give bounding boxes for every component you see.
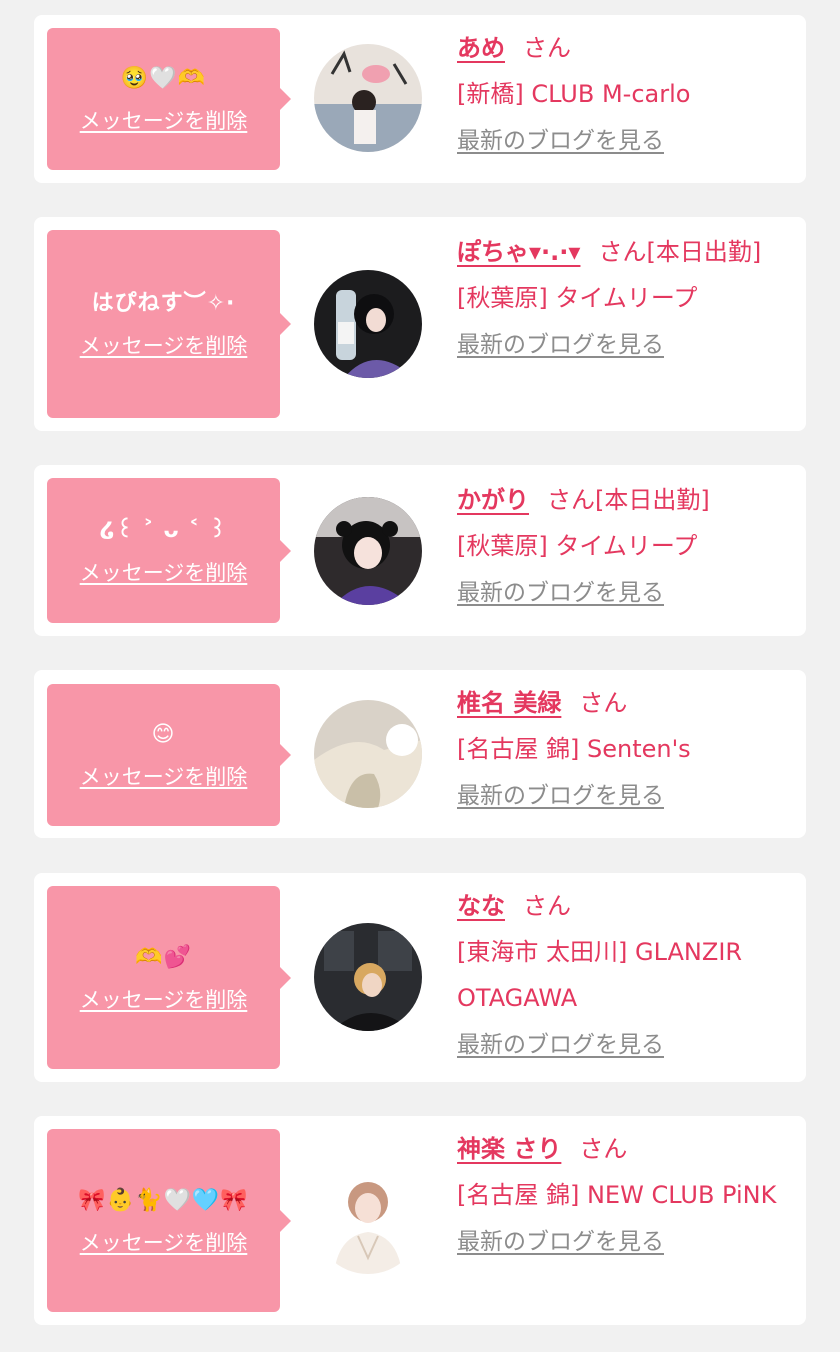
message-bubble: ໒꒰ ˃ ᴗ ˂ ꒱ メッセージを削除 <box>47 478 291 623</box>
cast-name-link[interactable]: なな <box>457 892 505 920</box>
message-text: 🫶💕 <box>135 944 192 970</box>
status-label: [本日出勤] <box>646 238 762 266</box>
blog-link[interactable]: 最新のブログを見る <box>457 330 664 360</box>
girl-photo-icon <box>314 923 422 1031</box>
shop-label: [名古屋 錦] Senten's <box>457 735 691 763</box>
girl-photo-icon <box>314 44 422 152</box>
avatar[interactable] <box>314 44 422 152</box>
avatar[interactable]: ♥ <box>314 1166 422 1274</box>
honorific: さん <box>523 34 571 62</box>
blog-link[interactable]: 最新のブログを見る <box>457 781 664 811</box>
message-card: 🎀👶🐈🤍🩵🎀 メッセージを削除 ♥ 神楽 さり さん [名古屋 錦] NEW CL… <box>34 1116 806 1325</box>
shop-label: [秋葉原] タイムリープ <box>457 284 698 312</box>
status-label: [本日出勤] <box>595 486 710 514</box>
message-text: 🎀👶🐈🤍🩵🎀 <box>78 1187 249 1213</box>
svg-text:♥: ♥ <box>320 1179 327 1188</box>
message-bubble: 🥹🤍🫶 メッセージを削除 <box>47 28 291 170</box>
shop-label: [東海市 太田川] GLANZIR OTAGAWA <box>457 938 743 1012</box>
cast-name-link[interactable]: かがり <box>457 486 529 514</box>
honorific: さん <box>579 1135 628 1163</box>
avatar[interactable] <box>314 700 422 808</box>
blog-link[interactable]: 最新のブログを見る <box>457 126 664 156</box>
cast-info: なな さん [東海市 太田川] GLANZIR OTAGAWA 最新のブログを見る <box>457 883 792 1067</box>
message-bubble: 😊 メッセージを削除 <box>47 684 291 826</box>
message-bubble: 🎀👶🐈🤍🩵🎀 メッセージを削除 <box>47 1129 291 1312</box>
blog-link[interactable]: 最新のブログを見る <box>457 1030 664 1060</box>
cast-name-link[interactable]: 神楽 さり <box>457 1135 561 1163</box>
girl-photo-icon <box>314 270 422 378</box>
message-card: 🥹🤍🫶 メッセージを削除 あめ さん [新橋] CLUB M-carlo 最新のブ… <box>34 15 806 183</box>
shop-label: [名古屋 錦] NEW CLUB PiNK <box>457 1181 777 1209</box>
honorific: さん <box>579 689 628 717</box>
shop-label: [新橋] CLUB M-carlo <box>457 80 691 108</box>
honorific: さん <box>598 238 647 266</box>
delete-message-link[interactable]: メッセージを削除 <box>80 108 248 134</box>
honorific: さん <box>523 892 571 920</box>
cast-name-link[interactable]: 椎名 美緑 <box>457 689 561 717</box>
cast-info: あめ さん [新橋] CLUB M-carlo 最新のブログを見る <box>457 25 792 163</box>
girl-photo-icon <box>314 700 422 808</box>
cast-info: ぽちゃ▾·.·▾ さん[本日出勤] [秋葉原] タイムリープ 最新のブログを見る <box>457 229 792 367</box>
message-card: はぴねす︶✧· メッセージを削除 ぽちゃ▾·.·▾ さん[本日出勤] [秋葉原] … <box>34 217 806 431</box>
avatar[interactable] <box>314 923 422 1031</box>
message-bubble: はぴねす︶✧· メッセージを削除 <box>47 230 291 418</box>
message-card: ໒꒰ ˃ ᴗ ˂ ꒱ メッセージを削除 かがり さん[本日出勤] [秋葉原] タイ… <box>34 465 806 636</box>
girl-photo-icon <box>314 497 422 605</box>
delete-message-link[interactable]: メッセージを削除 <box>80 333 248 359</box>
honorific: さん <box>547 486 595 514</box>
cast-name-link[interactable]: あめ <box>457 34 505 62</box>
delete-message-link[interactable]: メッセージを削除 <box>80 560 248 586</box>
shop-label: [秋葉原] タイムリープ <box>457 532 698 560</box>
delete-message-link[interactable]: メッセージを削除 <box>80 1230 248 1256</box>
cast-info: かがり さん[本日出勤] [秋葉原] タイムリープ 最新のブログを見る <box>457 477 792 615</box>
avatar[interactable] <box>314 497 422 605</box>
message-bubble: 🫶💕 メッセージを削除 <box>47 886 291 1069</box>
message-text: 🥹🤍🫶 <box>120 66 207 91</box>
message-card: 🫶💕 メッセージを削除 なな さん [東海市 太田川] GLANZIR OTAGA… <box>34 873 806 1082</box>
message-text: 😊 <box>151 722 176 747</box>
cast-name-link[interactable]: ぽちゃ▾·.·▾ <box>457 238 580 266</box>
delete-message-link[interactable]: メッセージを削除 <box>80 764 248 790</box>
avatar[interactable] <box>314 270 422 378</box>
delete-message-link[interactable]: メッセージを削除 <box>80 987 248 1013</box>
blog-link[interactable]: 最新のブログを見る <box>457 1227 664 1257</box>
message-text: ໒꒰ ˃ ᴗ ˂ ꒱ <box>99 517 228 543</box>
cast-info: 神楽 さり さん [名古屋 錦] NEW CLUB PiNK 最新のブログを見る <box>457 1126 792 1264</box>
cast-info: 椎名 美緑 さん [名古屋 錦] Senten's 最新のブログを見る <box>457 680 792 818</box>
message-card: 😊 メッセージを削除 椎名 美緑 さん [名古屋 錦] Senten's 最新のブ… <box>34 670 806 838</box>
message-text: はぴねす︶✧· <box>91 291 236 316</box>
girl-photo-icon: ♥ <box>314 1166 422 1274</box>
blog-link[interactable]: 最新のブログを見る <box>457 578 664 608</box>
